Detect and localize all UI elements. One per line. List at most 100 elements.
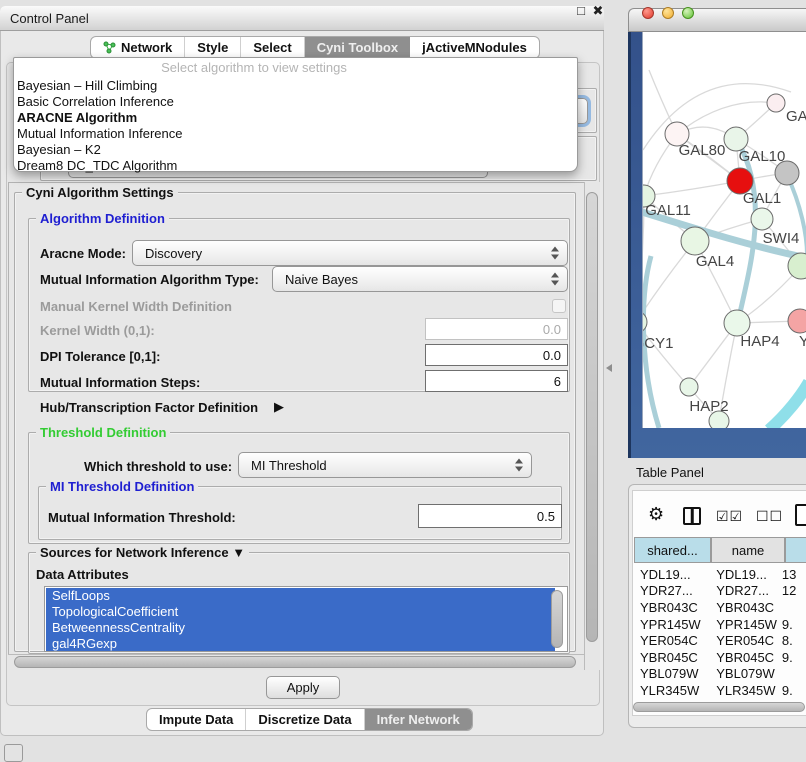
tab-network[interactable]: Network: [91, 37, 185, 58]
combo-stepper-icon: [515, 459, 524, 472]
node-label: GAL80: [679, 142, 726, 159]
column-header-label: shared...: [647, 543, 698, 558]
combo-stepper-icon: [551, 247, 560, 260]
kernel-width-field: 0.0: [425, 318, 568, 340]
document-icon[interactable]: [795, 504, 806, 526]
dpi-tolerance-field[interactable]: 0.0: [425, 344, 568, 366]
list-item[interactable]: BetweennessCentrality: [46, 620, 555, 636]
tab-style[interactable]: Style: [185, 37, 241, 58]
mi-threshold-value: 0.5: [537, 509, 555, 524]
table-horizontal-scrollbar-thumb[interactable]: [633, 702, 805, 712]
node-label: GAL10: [739, 148, 786, 165]
mi-threshold-label: Mutual Information Threshold:: [48, 510, 236, 525]
tab-discretize-data[interactable]: Discretize Data: [246, 709, 364, 730]
popup-item-dream8[interactable]: Dream8 DC_TDC Algorithm: [17, 158, 177, 174]
network-node[interactable]: [767, 94, 785, 112]
tab-select[interactable]: Select: [241, 37, 304, 58]
gear-icon[interactable]: ⚙: [648, 504, 664, 525]
settings-horizontal-scrollbar-thumb[interactable]: [14, 656, 576, 668]
list-item[interactable]: gal4RGexp: [46, 636, 555, 652]
zoom-window-icon[interactable]: [682, 7, 694, 19]
close-panel-icon[interactable]: ✖: [590, 3, 606, 19]
node-label: SWI4: [763, 230, 800, 247]
apply-button[interactable]: Apply: [266, 676, 340, 699]
column-header-name[interactable]: name: [711, 537, 785, 563]
popup-item-basic-correlation[interactable]: Basic Correlation Inference: [17, 94, 174, 110]
tab-jactivemnodules[interactable]: jActiveMNodules: [410, 37, 539, 58]
node-label: HAP4: [740, 333, 779, 350]
kernel-width-value: 0.0: [543, 322, 561, 337]
popup-item-mutual-information[interactable]: Mutual Information Inference: [17, 126, 182, 142]
dpi-tolerance-value: 0.0: [543, 348, 561, 363]
list-item[interactable]: SelfLoops: [46, 588, 555, 604]
close-window-icon[interactable]: [642, 7, 654, 19]
mi-steps-label: Mutual Information Steps:: [40, 375, 200, 390]
panel-resize-handle-icon[interactable]: [606, 364, 612, 372]
aracne-mode-value: Discovery: [145, 246, 202, 261]
tab-infer-network[interactable]: Infer Network: [365, 709, 472, 730]
aracne-mode-label: Aracne Mode:: [40, 246, 126, 261]
table-row[interactable]: YBL079WYBL079W: [632, 666, 806, 683]
list-scrollbar-thumb[interactable]: [551, 590, 563, 648]
popup-item-bayesian-k2[interactable]: Bayesian – K2: [17, 142, 101, 158]
float-panel-icon[interactable]: □: [573, 3, 589, 18]
manual-kernel-label: Manual Kernel Width Definition: [40, 299, 232, 314]
tab-cyni-toolbox[interactable]: Cyni Toolbox: [305, 37, 410, 58]
aracne-mode-combo[interactable]: Discovery: [132, 240, 568, 266]
mi-type-combo[interactable]: Naive Bayes: [272, 266, 568, 292]
table-row[interactable]: YPR145WYPR145W9.: [632, 616, 806, 633]
corner-widget-button[interactable]: [4, 744, 23, 762]
node-label: GCY1: [643, 335, 673, 352]
table-row[interactable]: YDR27...YDR27...12: [632, 583, 806, 600]
list-item[interactable]: TopologicalCoefficient: [46, 604, 555, 620]
network-node[interactable]: [788, 309, 806, 333]
network-node[interactable]: [680, 378, 698, 396]
control-panel-titlebar: Control Panel: [0, 6, 604, 31]
tab-label: Discretize Data: [258, 712, 351, 727]
column-header-clipped[interactable]: [785, 537, 806, 563]
column-header-shared-name[interactable]: shared...: [634, 537, 711, 563]
tab-label: jActiveMNodules: [422, 40, 527, 55]
collapse-down-icon: ▼: [232, 545, 245, 560]
mi-steps-value: 6: [554, 374, 561, 389]
network-canvas[interactable]: GAL GAL80 GAL10 GAL1 GAL11 SWI4 GAL4 GCY…: [642, 32, 806, 428]
manual-kernel-checkbox: [552, 299, 566, 313]
tab-impute-data[interactable]: Impute Data: [147, 709, 246, 730]
which-threshold-combo[interactable]: MI Threshold: [238, 452, 532, 478]
hub-definition-label[interactable]: Hub/Transcription Factor Definition: [40, 400, 258, 415]
table-row[interactable]: YBR043CYBR043C: [632, 599, 806, 616]
cyni-bottom-tabbar: Impute Data Discretize Data Infer Networ…: [146, 708, 473, 731]
select-columns-checked-icon[interactable]: ☑☑: [716, 508, 743, 525]
table-row[interactable]: YER054CYER054C8.: [632, 632, 806, 649]
table-row[interactable]: YIL052CYIL052C9: [632, 699, 806, 701]
table-row[interactable]: YDL19...YDL19...13: [632, 566, 806, 583]
node-label: HAP2: [689, 398, 728, 415]
network-node[interactable]: [681, 227, 709, 255]
network-node[interactable]: [751, 208, 773, 230]
mi-threshold-field[interactable]: 0.5: [418, 504, 562, 528]
data-attributes-label: Data Attributes: [36, 567, 129, 582]
tab-label: Infer Network: [377, 712, 460, 727]
expand-right-icon[interactable]: ▶: [274, 399, 284, 415]
mi-steps-field[interactable]: 6: [425, 370, 568, 392]
table-row[interactable]: YLR345WYLR345W9.: [632, 682, 806, 699]
split-columns-icon[interactable]: [683, 507, 701, 525]
algorithm-dropdown-popup: Select algorithm to view settings Bayesi…: [13, 57, 578, 172]
settings-vertical-scrollbar-thumb[interactable]: [586, 192, 598, 642]
control-panel-tabbar: Network Style Select Cyni Toolbox jActiv…: [90, 36, 540, 59]
control-panel-title: Control Panel: [10, 11, 89, 26]
tab-label: Network: [121, 40, 172, 55]
dpi-tolerance-label: DPI Tolerance [0,1]:: [40, 349, 160, 364]
popup-item-bayesian-hill-climbing[interactable]: Bayesian – Hill Climbing: [17, 78, 157, 94]
node-label: GAL1: [743, 190, 781, 207]
sources-title[interactable]: Sources for Network Inference ▼: [36, 545, 249, 560]
select-columns-unchecked-icon[interactable]: ☐☐: [756, 508, 783, 525]
popup-item-aracne[interactable]: ARACNE Algorithm: [17, 110, 137, 126]
tab-label: Style: [197, 40, 228, 55]
minimize-window-icon[interactable]: [662, 7, 674, 19]
table-row[interactable]: YBR045CYBR045C9.: [632, 649, 806, 666]
node-label: GAL11: [645, 202, 691, 219]
apply-button-label: Apply: [287, 680, 320, 695]
algorithm-definition-title: Algorithm Definition: [36, 211, 169, 226]
data-attributes-list[interactable]: SelfLoops TopologicalCoefficient Between…: [44, 586, 568, 652]
